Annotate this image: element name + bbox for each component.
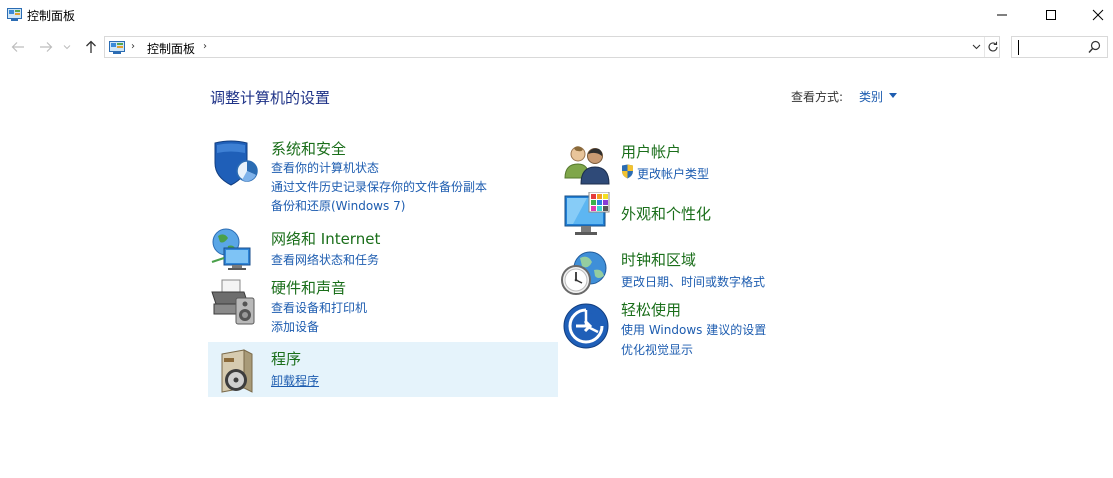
view-by-dropdown[interactable]: 类别 [859,88,883,105]
link-devices-printers[interactable]: 查看设备和打印机 [271,299,367,316]
link-backup-restore[interactable]: 备份和还原(Windows 7) [271,197,405,214]
minimize-button[interactable] [979,0,1025,30]
forward-button[interactable] [36,38,56,56]
category-title-clock-region[interactable]: 时钟和区域 [621,249,696,270]
close-icon [1092,9,1104,21]
users-icon[interactable] [563,140,611,188]
title-bar: 控制面板 [0,0,1113,30]
view-by-label: 查看方式: [791,90,844,104]
breadcrumb-separator-icon[interactable]: › [131,41,135,52]
network-globe-icon[interactable] [210,226,258,274]
link-optimize-visual-display[interactable]: 优化视觉显示 [621,341,693,358]
search-icon [1088,40,1101,53]
shield-icon[interactable] [211,139,259,187]
clock-globe-icon[interactable] [560,248,608,296]
back-button[interactable] [8,38,28,56]
control-panel-icon [109,41,125,54]
chevron-down-icon [63,45,71,50]
breadcrumb-control-panel[interactable]: 控制面板 [147,40,195,57]
control-panel-icon [7,8,22,21]
refresh-icon [987,41,998,52]
arrow-left-icon [11,42,24,52]
maximize-icon [1046,10,1056,20]
uac-shield-icon [622,164,633,179]
link-network-status[interactable]: 查看网络状态和任务 [271,251,379,268]
maximize-button[interactable] [1028,0,1074,30]
address-dropdown-button[interactable] [969,37,983,57]
arrow-right-icon [40,42,53,52]
programs-disc-box-icon[interactable] [214,348,262,396]
recent-locations-button[interactable] [60,38,74,56]
ease-of-access-icon[interactable] [562,302,610,350]
link-change-account-type[interactable]: 更改帐户类型 [637,165,709,182]
link-file-history-backup[interactable]: 通过文件历史记录保存你的文件备份副本 [271,178,487,195]
breadcrumb-separator-icon[interactable]: › [203,41,207,52]
category-title-system-security[interactable]: 系统和安全 [271,138,346,159]
close-button[interactable] [1075,0,1113,30]
link-add-device[interactable]: 添加设备 [271,318,319,335]
link-uninstall-program[interactable]: 卸载程序 [271,372,319,389]
window-title: 控制面板 [27,9,76,23]
category-title-appearance[interactable]: 外观和个性化 [621,203,711,224]
chevron-down-icon [972,44,980,50]
text-caret [1018,40,1019,55]
up-button[interactable] [81,38,101,56]
link-recommended-settings[interactable]: 使用 Windows 建议的设置 [621,321,766,338]
page-title: 调整计算机的设置 [210,89,331,107]
search-input[interactable] [1011,36,1108,58]
link-change-date-time-format[interactable]: 更改日期、时间或数字格式 [621,273,765,290]
link-view-computer-status[interactable]: 查看你的计算机状态 [271,159,379,176]
monitor-palette-icon[interactable] [563,192,611,240]
caret-down-icon[interactable] [889,93,897,98]
refresh-button[interactable] [984,37,1000,57]
minimize-icon [997,14,1007,16]
arrow-up-icon [86,40,96,53]
category-title-ease-of-access[interactable]: 轻松使用 [621,299,681,320]
category-title-programs[interactable]: 程序 [271,348,301,369]
printer-speaker-icon[interactable] [210,278,258,326]
category-title-hardware-sound[interactable]: 硬件和声音 [271,277,346,298]
address-bar[interactable]: › 控制面板 › [104,36,1000,58]
category-title-network-internet[interactable]: 网络和 Internet [271,228,380,249]
category-title-user-accounts[interactable]: 用户帐户 [621,141,681,162]
